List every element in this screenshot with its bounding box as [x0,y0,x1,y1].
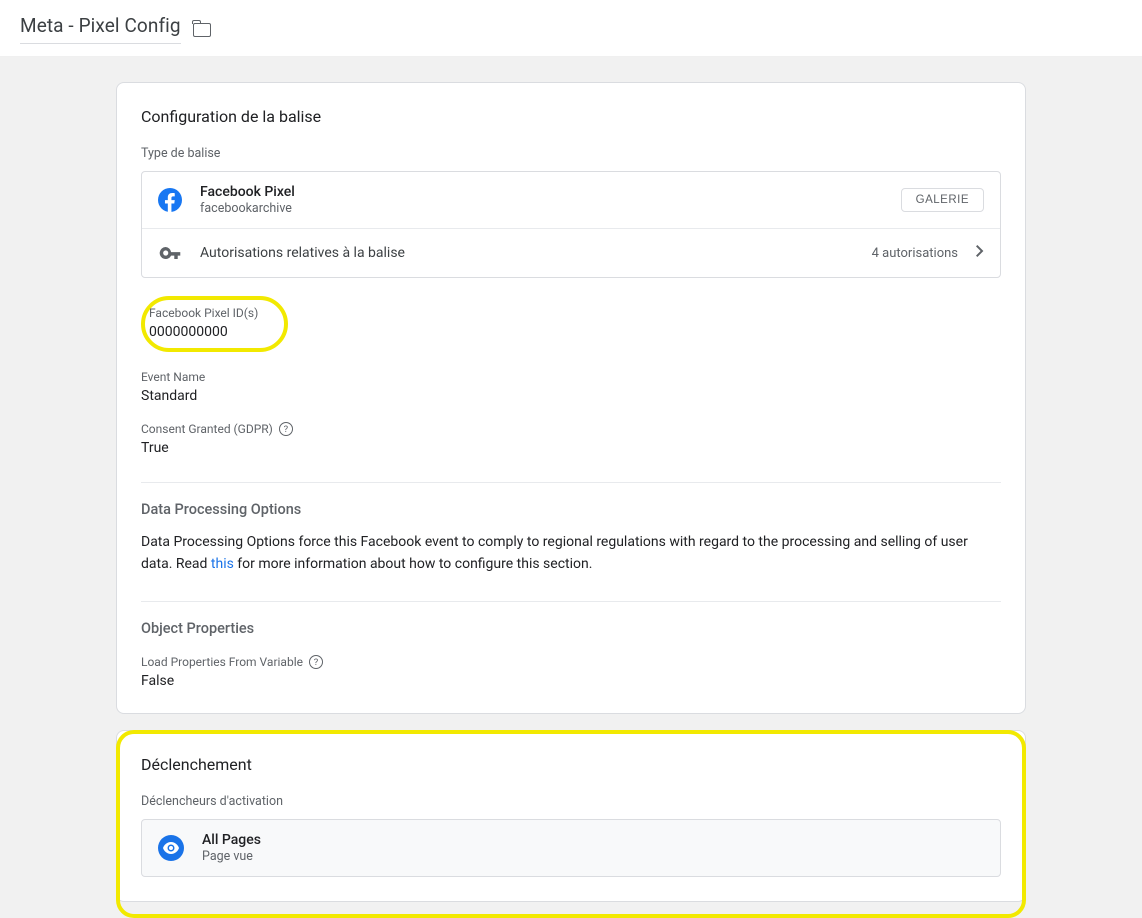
object-properties-heading: Object Properties [141,620,1001,637]
dpo-heading: Data Processing Options [141,501,1001,518]
consent-label: Consent Granted (GDPR) [141,422,273,436]
dpo-link[interactable]: this [211,556,234,572]
gallery-button[interactable]: GALERIE [901,188,984,212]
folder-icon[interactable] [193,23,211,37]
trigger-section-title: Déclenchement [141,755,1001,774]
trigger-type: Page vue [202,849,261,864]
tag-config-card: Configuration de la balise Type de balis… [116,82,1026,714]
key-icon [158,241,182,265]
tag-type-row[interactable]: Facebook Pixel facebookarchive GALERIE [142,172,1000,228]
permissions-count: 4 autorisations [872,246,958,261]
trigger-row[interactable]: All Pages Page vue [141,819,1001,877]
permissions-label: Autorisations relatives à la balise [200,245,854,261]
chevron-right-icon [976,245,984,261]
trigger-sub-label: Déclencheurs d'activation [141,794,1001,809]
trigger-name: All Pages [202,832,261,848]
consent-value: True [141,440,1001,456]
tag-type-label: Type de balise [141,146,1001,161]
page-title: Meta - Pixel Config [20,14,181,44]
help-icon[interactable]: ? [279,422,293,436]
facebook-icon [158,188,182,212]
load-var-value: False [141,673,1001,689]
pageview-icon [158,835,184,861]
dpo-text: Data Processing Options force this Faceb… [141,532,1001,575]
tag-name: Facebook Pixel [200,184,883,200]
tag-vendor: facebookarchive [200,201,883,216]
pixel-id-label: Facebook Pixel ID(s) [149,306,258,320]
pixel-id-value: 0000000000 [149,324,258,340]
tag-permissions-row[interactable]: Autorisations relatives à la balise 4 au… [142,228,1000,277]
trigger-card: Déclenchement Déclencheurs d'activation … [116,730,1026,902]
event-name-label: Event Name [141,370,1001,384]
event-name-value: Standard [141,388,1001,404]
pixel-id-highlight: Facebook Pixel ID(s) 0000000000 [141,296,288,352]
config-section-title: Configuration de la balise [141,107,1001,126]
load-var-label: Load Properties From Variable [141,655,303,669]
help-icon[interactable]: ? [309,655,323,669]
